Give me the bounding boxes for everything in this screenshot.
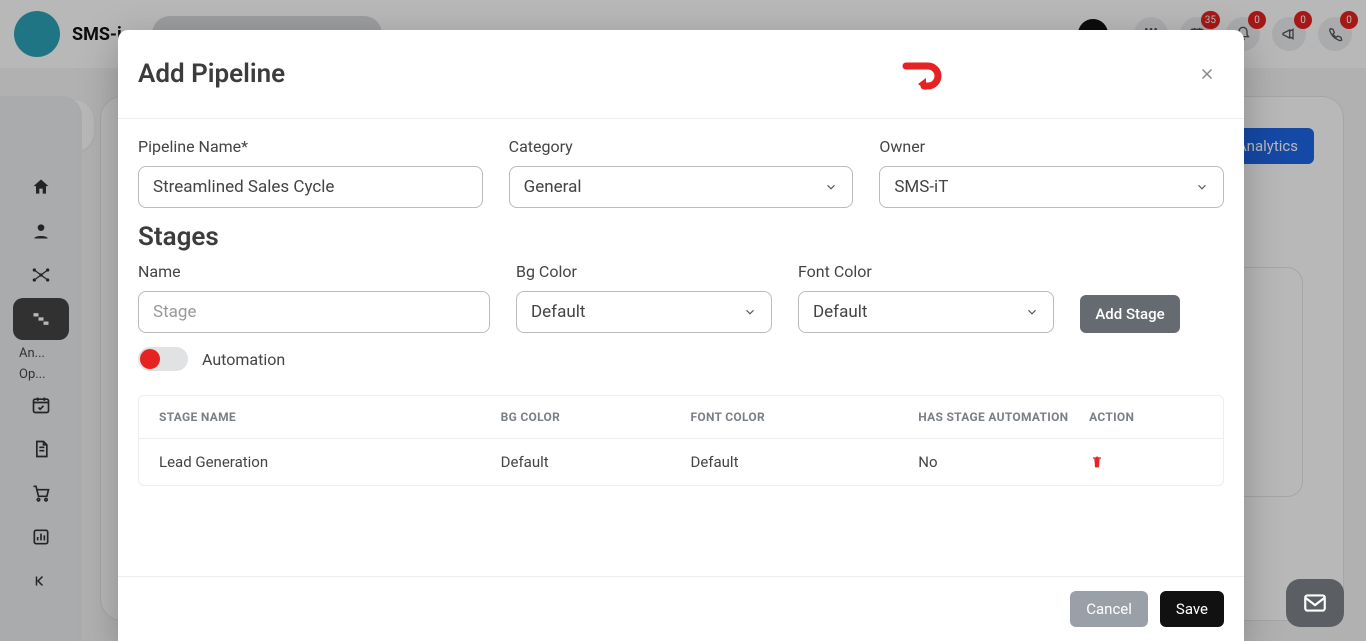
table-row: Lead Generation Default Default No <box>139 439 1223 485</box>
font-color-label: Font Color <box>798 262 1054 281</box>
bg-color-value: Default <box>531 302 585 322</box>
cancel-button[interactable]: Cancel <box>1070 591 1148 627</box>
category-label: Category <box>509 137 854 156</box>
save-button[interactable]: Save <box>1160 591 1224 627</box>
chevron-down-icon <box>743 305 757 319</box>
cell-action <box>1089 453 1203 471</box>
chevron-down-icon <box>824 180 838 194</box>
stage-name-placeholder: Stage <box>153 302 196 322</box>
modal-body: Pipeline Name* Streamlined Sales Cycle C… <box>118 119 1244 576</box>
mail-fab[interactable] <box>1286 579 1344 627</box>
add-stage-label: Add Stage <box>1095 305 1164 323</box>
reload-icon[interactable] <box>896 52 944 96</box>
add-pipeline-modal: Add Pipeline Pipeline Name* Streamlined … <box>118 30 1244 641</box>
automation-label: Automation <box>202 350 285 369</box>
th-action: ACTION <box>1089 410 1203 424</box>
stages-heading: Stages <box>138 222 1224 252</box>
chevron-down-icon <box>1025 305 1039 319</box>
owner-value: SMS-iT <box>894 177 948 197</box>
close-icon[interactable] <box>1194 61 1220 87</box>
stage-table: STAGE NAME BG COLOR FONT COLOR HAS STAGE… <box>138 395 1224 486</box>
owner-label: Owner <box>879 137 1224 156</box>
category-select[interactable]: General <box>509 166 854 208</box>
stage-table-header: STAGE NAME BG COLOR FONT COLOR HAS STAGE… <box>139 396 1223 439</box>
toggle-knob <box>140 349 160 369</box>
th-has-automation: HAS STAGE AUTOMATION <box>918 410 1089 424</box>
stage-name-input[interactable]: Stage <box>138 291 490 333</box>
pipeline-name-label: Pipeline Name* <box>138 137 483 156</box>
pipeline-name-input[interactable]: Streamlined Sales Cycle <box>138 166 483 208</box>
chevron-down-icon <box>1195 180 1209 194</box>
th-bg-color: BG COLOR <box>501 410 691 424</box>
cell-font-color: Default <box>690 453 918 471</box>
cell-has-automation: No <box>918 453 1089 471</box>
font-color-value: Default <box>813 302 867 322</box>
mail-icon <box>1302 590 1328 616</box>
modal-header: Add Pipeline <box>118 30 1244 119</box>
cell-stage-name: Lead Generation <box>159 453 501 471</box>
modal-title: Add Pipeline <box>138 59 285 89</box>
modal-footer: Cancel Save <box>118 576 1244 641</box>
bg-color-label: Bg Color <box>516 262 772 281</box>
th-stage-name: STAGE NAME <box>159 410 501 424</box>
category-value: General <box>524 177 582 197</box>
th-font-color: FONT COLOR <box>690 410 918 424</box>
font-color-select[interactable]: Default <box>798 291 1054 333</box>
stage-name-label: Name <box>138 262 490 281</box>
automation-toggle[interactable] <box>138 347 188 371</box>
trash-icon[interactable] <box>1089 453 1105 471</box>
save-label: Save <box>1176 600 1208 618</box>
cancel-label: Cancel <box>1086 600 1132 618</box>
bg-color-select[interactable]: Default <box>516 291 772 333</box>
cell-bg-color: Default <box>501 453 691 471</box>
owner-select[interactable]: SMS-iT <box>879 166 1224 208</box>
pipeline-name-value: Streamlined Sales Cycle <box>153 177 334 197</box>
add-stage-button[interactable]: Add Stage <box>1080 295 1180 333</box>
